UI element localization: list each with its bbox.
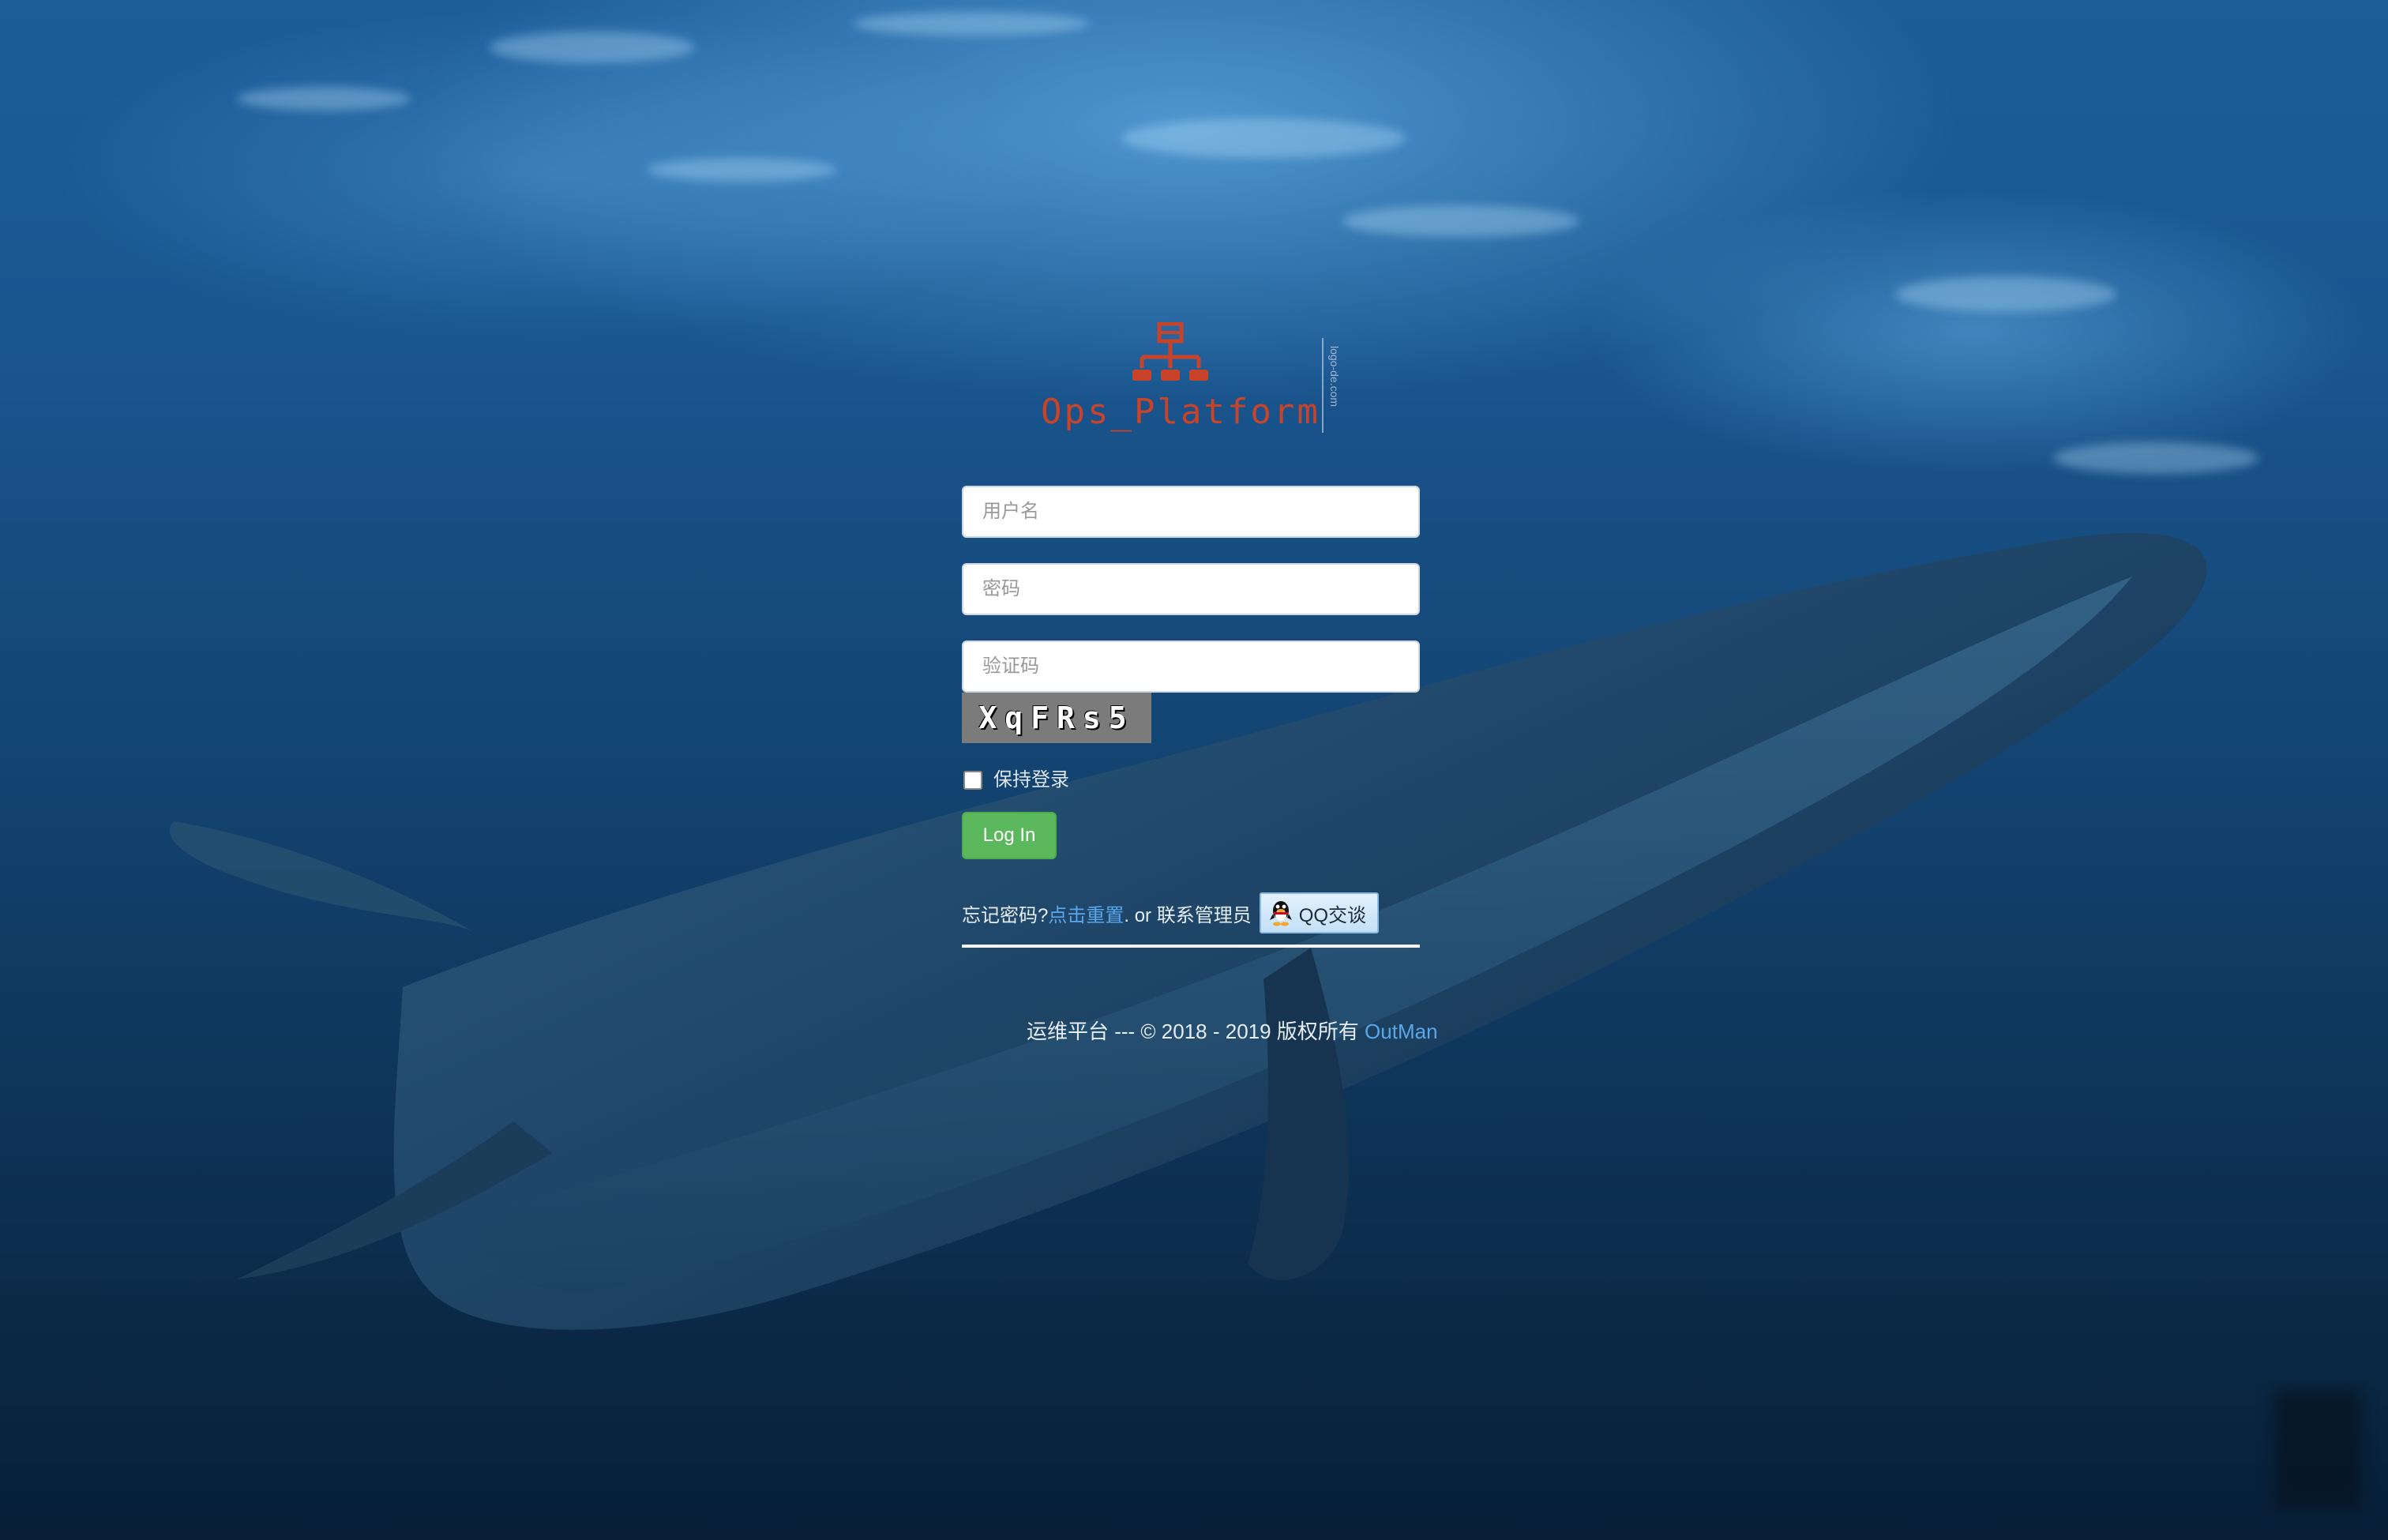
water-caustic	[490, 32, 695, 63]
remember-me-row[interactable]: 保持登录	[962, 764, 1420, 791]
water-caustic	[2053, 442, 2258, 474]
remember-me-checkbox[interactable]	[963, 770, 982, 790]
qq-chat-label: QQ交谈	[1298, 904, 1367, 926]
contact-admin-text: . or 联系管理员	[1124, 904, 1252, 926]
app-logo: Ops_Platform logo-de.com	[1034, 322, 1350, 441]
logo-side-text: logo-de.com	[1328, 346, 1341, 408]
footer-author-link[interactable]: OutMan	[1365, 1020, 1438, 1043]
reset-password-link[interactable]: 点击重置	[1048, 900, 1124, 927]
water-caustic	[1342, 205, 1579, 237]
water-caustic	[1121, 118, 1406, 158]
logo-text: Ops_Platform	[1041, 392, 1320, 432]
captcha-input[interactable]	[962, 640, 1420, 693]
footer-copyright: 运维平台 --- © 2018 - 2019 版权所有	[1027, 1020, 1365, 1043]
qq-penguin-icon	[1269, 901, 1292, 926]
login-page: Ops_Platform logo-de.com XqFRs5 保持登录 Log…	[0, 0, 2388, 1540]
shadow	[2274, 1390, 2361, 1508]
footer: 运维平台 --- © 2018 - 2019 版权所有 OutMan	[1027, 1016, 1438, 1045]
password-input[interactable]	[962, 563, 1420, 615]
remember-me-label: 保持登录	[993, 769, 1069, 791]
qq-chat-button[interactable]: QQ交谈	[1259, 892, 1380, 933]
water-caustic	[853, 12, 1090, 36]
captcha-image[interactable]: XqFRs5	[962, 693, 1151, 743]
water-caustic	[1895, 276, 2116, 312]
username-input[interactable]	[962, 486, 1420, 538]
login-button[interactable]: Log In	[962, 812, 1057, 859]
forgot-password-text: 忘记密码?	[962, 904, 1049, 926]
water-caustic	[237, 87, 411, 111]
help-row: 忘记密码? 点击重置 . or 联系管理员 QQ交谈	[962, 892, 1420, 933]
login-form: XqFRs5 保持登录 Log In 忘记密码? 点击重置 . or 联系管理员	[962, 486, 1420, 948]
water-caustic	[648, 158, 837, 182]
divider	[962, 945, 1420, 948]
network-hierarchy-icon	[1132, 322, 1208, 381]
logo-divider	[1322, 338, 1324, 433]
